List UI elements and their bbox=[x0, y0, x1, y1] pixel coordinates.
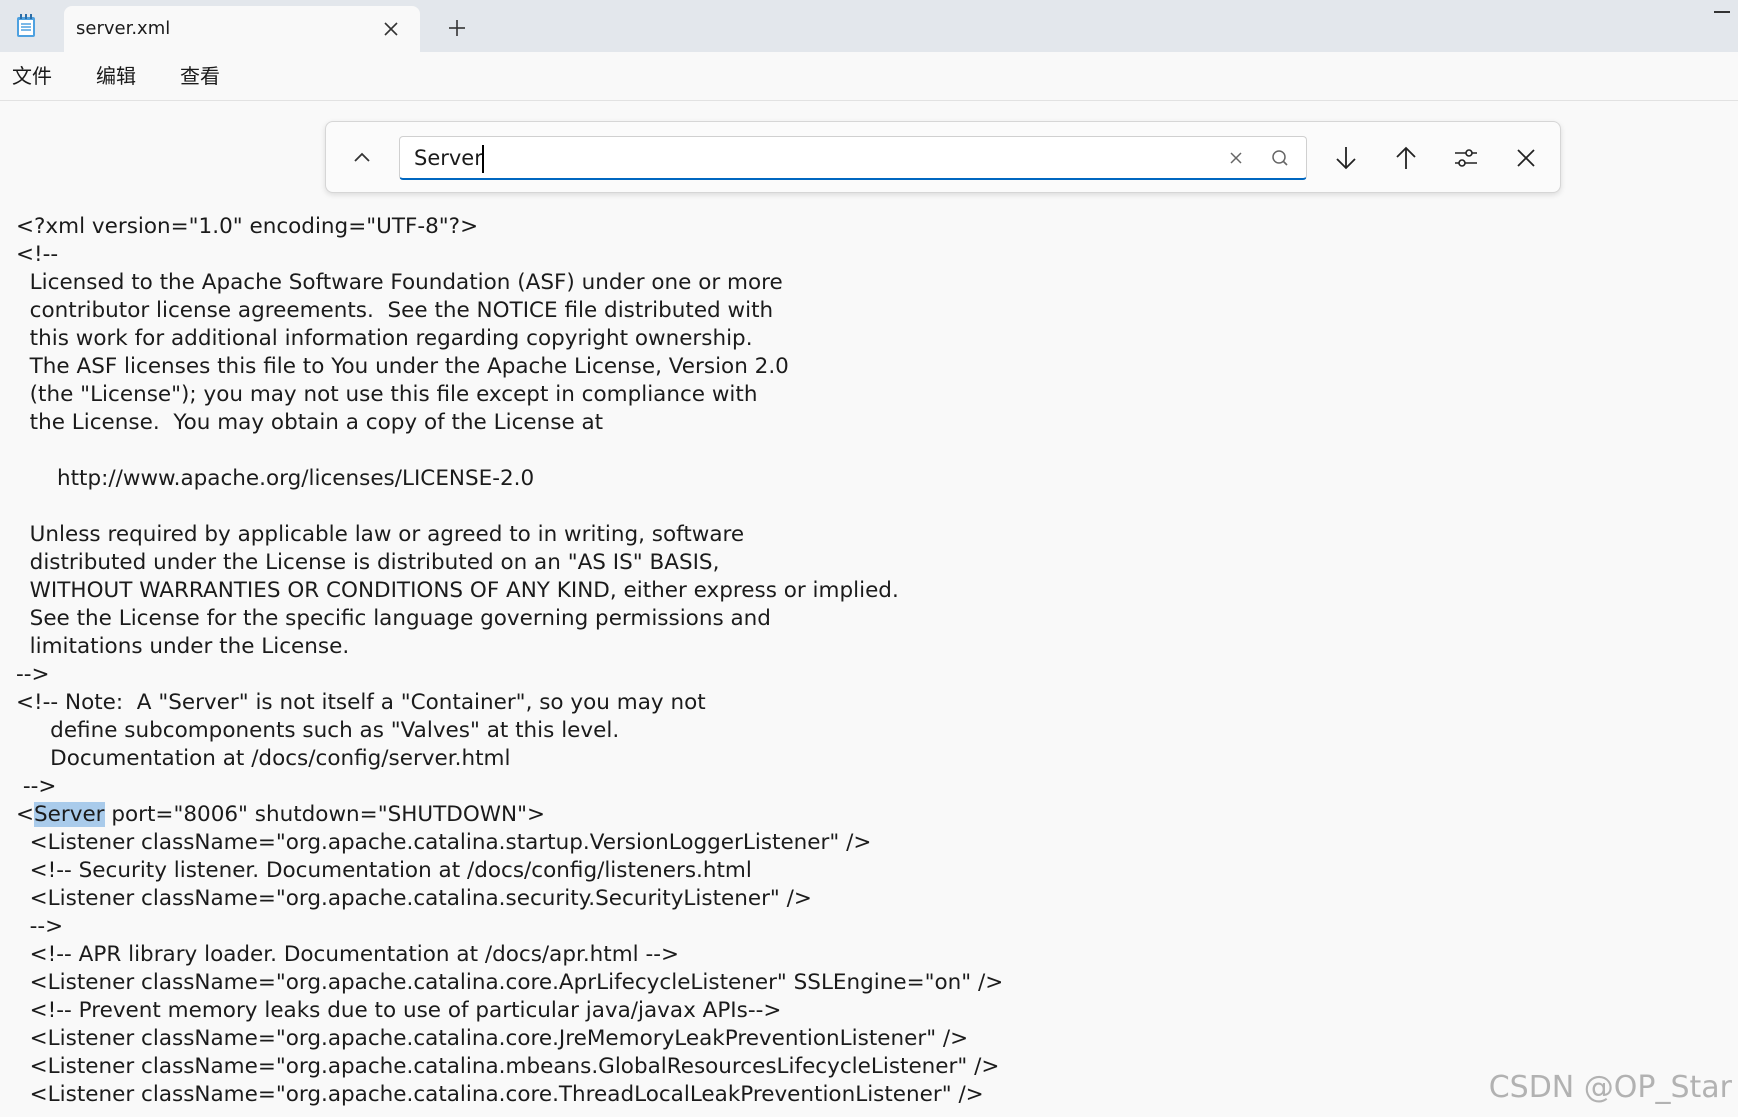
code-line: <Listener className="org.apache.catalina… bbox=[16, 830, 872, 855]
code-line: contributor license agreements. See the … bbox=[16, 298, 774, 323]
menu-file[interactable]: 文件 bbox=[12, 64, 52, 88]
arrow-down-icon[interactable] bbox=[1330, 142, 1362, 174]
match-suffix: port="8006" shutdown="SHUTDOWN"> bbox=[104, 802, 545, 827]
minimize-icon[interactable] bbox=[1714, 11, 1730, 13]
code-line: distributed under the License is distrib… bbox=[16, 550, 720, 575]
code-line: The ASF licenses this file to You under … bbox=[16, 354, 789, 379]
code-line: define subcomponents such as "Valves" at… bbox=[16, 718, 620, 743]
code-line: <!-- bbox=[16, 242, 59, 267]
code-line: Documentation at /docs/config/server.htm… bbox=[16, 746, 511, 771]
chevron-up-icon[interactable] bbox=[346, 142, 378, 174]
code-line: <?xml version="1.0" encoding="UTF-8"?> bbox=[16, 214, 479, 239]
search-box bbox=[399, 136, 1307, 180]
code-line: <Listener className="org.apache.catalina… bbox=[16, 1026, 969, 1051]
code-line: <!-- Note: A "Server" is not itself a "C… bbox=[16, 690, 706, 715]
title-bar: server.xml bbox=[0, 0, 1738, 52]
code-line: Licensed to the Apache Software Foundati… bbox=[16, 270, 783, 295]
tab-label: server.xml bbox=[76, 18, 171, 39]
code-line: limitations under the License. bbox=[16, 634, 350, 659]
code-line: WITHOUT WARRANTIES OR CONDITIONS OF ANY … bbox=[16, 578, 899, 603]
notepad-icon bbox=[16, 14, 36, 38]
close-icon[interactable] bbox=[1510, 142, 1542, 174]
code-line: <Listener className="org.apache.catalina… bbox=[16, 970, 1004, 995]
code-line-match: <Server port="8006" shutdown="SHUTDOWN"> bbox=[16, 801, 545, 829]
search-icon[interactable] bbox=[1264, 142, 1296, 174]
watermark: CSDN @OP_Star bbox=[1488, 1070, 1732, 1105]
search-input[interactable] bbox=[414, 145, 1174, 171]
tab-server-xml[interactable]: server.xml bbox=[64, 6, 420, 52]
sliders-icon[interactable] bbox=[1450, 142, 1482, 174]
plus-icon[interactable] bbox=[446, 17, 468, 39]
arrow-up-icon[interactable] bbox=[1390, 142, 1422, 174]
menu-view[interactable]: 查看 bbox=[180, 64, 220, 88]
find-bar bbox=[325, 121, 1561, 193]
text-caret bbox=[482, 145, 484, 173]
close-icon[interactable] bbox=[1220, 142, 1252, 174]
menu-edit[interactable]: 编辑 bbox=[96, 64, 136, 88]
code-line: the License. You may obtain a copy of th… bbox=[16, 410, 604, 435]
code-line: this work for additional information reg… bbox=[16, 326, 753, 351]
code-line: <Listener className="org.apache.catalina… bbox=[16, 1082, 984, 1107]
match-prefix: < bbox=[16, 802, 35, 827]
code-line: --> bbox=[16, 774, 57, 799]
code-line: (the "License"); you may not use this fi… bbox=[16, 382, 758, 407]
code-line: <Listener className="org.apache.catalina… bbox=[16, 1054, 1000, 1079]
menu-bar: 文件 编辑 查看 bbox=[0, 52, 1738, 101]
close-icon[interactable] bbox=[382, 20, 400, 38]
text-editor[interactable]: <?xml version="1.0" encoding="UTF-8"?> <… bbox=[0, 213, 1738, 1117]
code-line: --> bbox=[16, 914, 64, 939]
code-line: Unless required by applicable law or agr… bbox=[16, 522, 745, 547]
code-line: http://www.apache.org/licenses/LICENSE-2… bbox=[16, 466, 535, 491]
code-line: See the License for the specific languag… bbox=[16, 606, 771, 631]
code-line: <!-- Security listener. Documentation at… bbox=[16, 858, 752, 883]
search-match-highlight: Server bbox=[34, 802, 105, 827]
code-line: <Listener className="org.apache.catalina… bbox=[16, 886, 812, 911]
code-line: --> bbox=[16, 662, 50, 687]
code-line: <!-- APR library loader. Documentation a… bbox=[16, 942, 680, 967]
code-line: <!-- Prevent memory leaks due to use of … bbox=[16, 998, 782, 1023]
